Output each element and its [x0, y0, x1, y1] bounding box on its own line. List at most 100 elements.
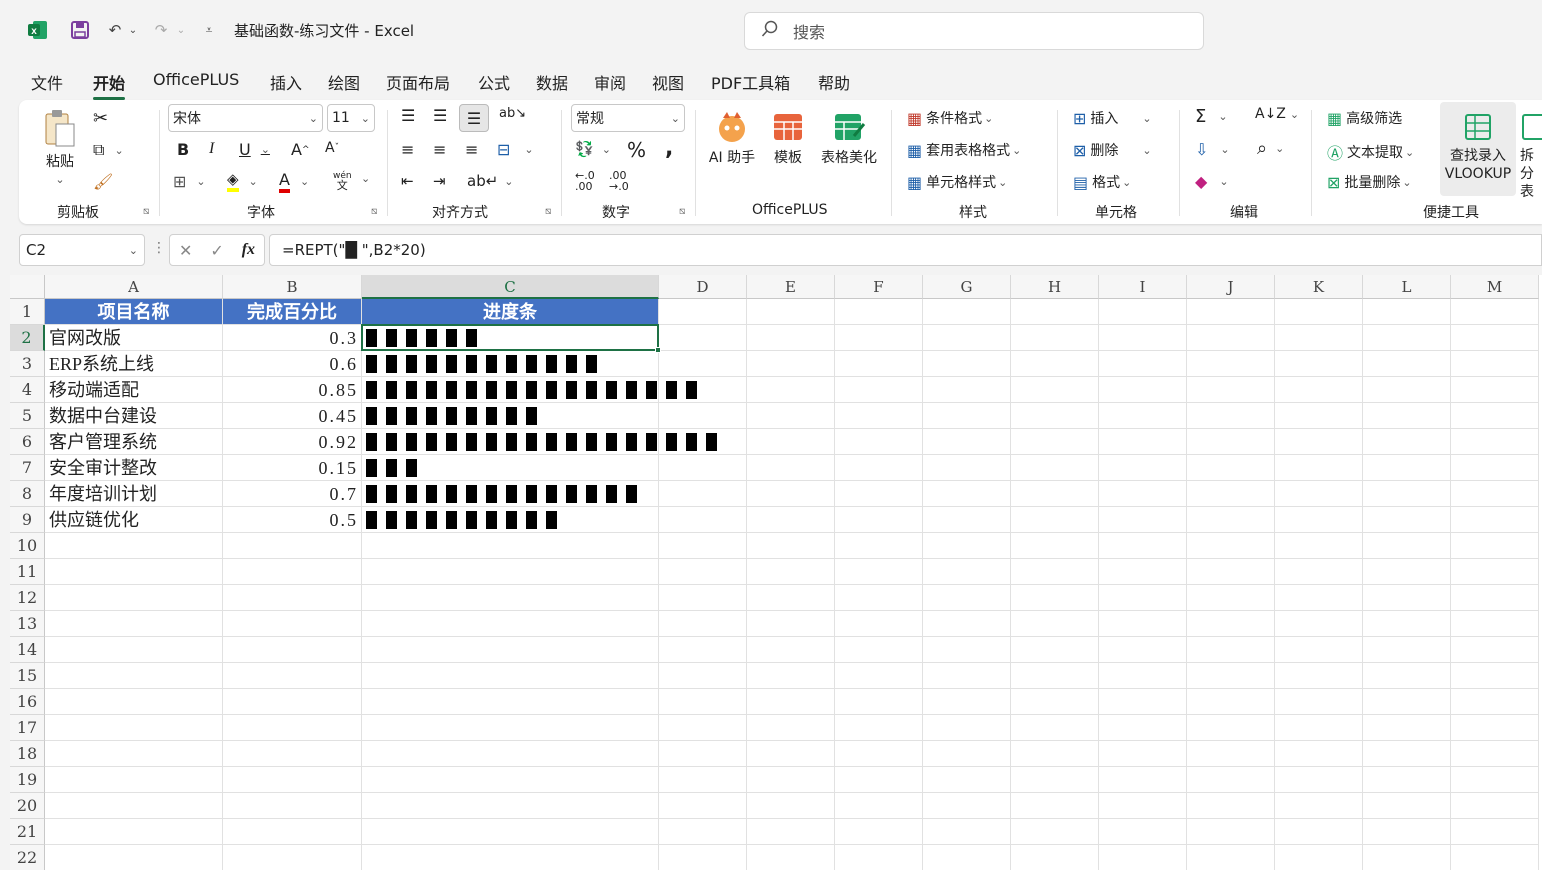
row-header-1[interactable]: 1	[10, 299, 45, 325]
undo-dropdown-icon[interactable]: ⌄	[126, 18, 140, 42]
tab-insert[interactable]: 插入	[270, 70, 302, 94]
currency-icon[interactable]: 💱 ⌄	[575, 140, 611, 158]
column-header-g[interactable]: G	[923, 275, 1011, 299]
column-header-m[interactable]: M	[1451, 275, 1539, 299]
cancel-icon[interactable]: ✕	[179, 241, 192, 260]
tab-pdf-tools[interactable]: PDF工具箱	[711, 70, 790, 94]
redo-icon[interactable]: ↷	[150, 18, 172, 42]
number-format-combo[interactable]: 常规 ⌄	[571, 104, 685, 132]
fill-color-icon[interactable]: ◈ ⌄	[227, 170, 258, 192]
row-header-4[interactable]: 4	[10, 377, 45, 403]
tab-home[interactable]: 开始	[93, 70, 126, 100]
progress-bar-cell[interactable]	[366, 403, 659, 429]
header-cell[interactable]: 完成百分比	[223, 299, 361, 324]
tab-page-layout[interactable]: 页面布局	[386, 70, 450, 94]
table-beautify-button[interactable]: 表格美化	[817, 110, 881, 167]
phonetic-icon[interactable]: wén 文	[333, 172, 352, 192]
bold-icon[interactable]: B	[177, 140, 189, 159]
percent-cell[interactable]: 0.7	[223, 481, 362, 507]
row-header-21[interactable]: 21	[10, 819, 45, 845]
increase-indent-icon[interactable]: ⇥	[433, 172, 446, 190]
column-header-b[interactable]: B	[223, 275, 362, 299]
tab-data[interactable]: 数据	[536, 70, 568, 94]
more-icon[interactable]: ⋮	[152, 240, 166, 256]
progress-bar-cell[interactable]	[366, 455, 659, 481]
row-header-15[interactable]: 15	[10, 663, 45, 689]
project-name-cell[interactable]: 官网改版	[49, 325, 221, 351]
row-header-18[interactable]: 18	[10, 741, 45, 767]
project-name-cell[interactable]: ERP系统上线	[49, 351, 221, 377]
tab-help[interactable]: 帮助	[818, 70, 850, 94]
align-right-icon[interactable]: ≡	[465, 140, 478, 159]
header-cell[interactable]: 项目名称	[45, 299, 222, 324]
column-header-h[interactable]: H	[1011, 275, 1099, 299]
find-select-icon[interactable]: ⌕ ⌄	[1257, 138, 1284, 159]
ai-assistant-button[interactable]: AI 助手	[707, 110, 757, 167]
cut-icon[interactable]: ✂	[93, 108, 108, 129]
vlookup-button[interactable]: 查找录入 VLOOKUP	[1440, 102, 1516, 196]
merge-center-icon[interactable]: ⊟ ⌄	[497, 140, 534, 159]
copy-icon[interactable]: ⧉ ⌄	[93, 140, 124, 160]
undo-icon[interactable]: ↶	[104, 18, 126, 42]
row-header-3[interactable]: 3	[10, 351, 45, 377]
autosum-icon[interactable]: Σ ⌄	[1195, 106, 1228, 127]
clipboard-launcher-icon[interactable]: ⧅	[143, 206, 149, 217]
name-box[interactable]: C2 ⌄	[19, 234, 145, 266]
progress-bar-cell[interactable]	[366, 429, 717, 455]
font-color-icon[interactable]: A ⌄	[279, 170, 309, 193]
format-cells-button[interactable]: ▤ 格式 ⌄	[1073, 172, 1131, 192]
fill-icon[interactable]: ⇩ ⌄	[1195, 140, 1230, 159]
save-icon[interactable]	[68, 18, 92, 42]
paste-button[interactable]: 粘贴 ⌄	[39, 108, 81, 189]
tab-view[interactable]: 视图	[652, 70, 684, 94]
row-header-13[interactable]: 13	[10, 611, 45, 637]
fill-handle[interactable]	[655, 347, 661, 353]
format-painter-icon[interactable]: 🖌	[93, 172, 113, 191]
progress-bar-cell[interactable]	[366, 377, 697, 403]
row-header-6[interactable]: 6	[10, 429, 45, 455]
insert-cells-button[interactable]: ⊞ 插入 ⌄	[1073, 108, 1152, 128]
align-top-icon[interactable]: ☰	[401, 106, 415, 125]
cell-styles-button[interactable]: ▦ 单元格样式 ⌄	[907, 172, 1007, 192]
progress-bar-cell[interactable]	[366, 351, 659, 377]
column-header-c[interactable]: C	[362, 275, 659, 299]
enter-icon[interactable]: ✓	[210, 241, 223, 260]
column-header-a[interactable]: A	[45, 275, 223, 299]
column-header-e[interactable]: E	[747, 275, 835, 299]
delete-cells-button[interactable]: ⊠ 删除 ⌄	[1073, 140, 1152, 160]
formula-input[interactable]: =REPT("█ ",B2*20)	[269, 234, 1542, 266]
format-as-table-button[interactable]: ▦ 套用表格格式 ⌄	[907, 140, 1021, 160]
italic-icon[interactable]: I	[209, 140, 214, 158]
text-orientation-icon[interactable]: ab↘	[499, 106, 526, 121]
row-header-17[interactable]: 17	[10, 715, 45, 741]
column-header-f[interactable]: F	[835, 275, 923, 299]
advanced-filter-button[interactable]: ▦ 高级筛选	[1327, 108, 1402, 128]
progress-bar-cell[interactable]	[366, 481, 659, 507]
search-input[interactable]: 搜索	[744, 12, 1204, 50]
text-extract-button[interactable]: Ⓐ 文本提取 ⌄	[1327, 140, 1414, 164]
wrap-text-icon[interactable]: ab↵ ⌄	[467, 172, 514, 190]
row-header-9[interactable]: 9	[10, 507, 45, 533]
project-name-cell[interactable]: 供应链优化	[49, 507, 221, 533]
redo-dropdown-icon[interactable]: ⌄	[174, 18, 188, 42]
project-name-cell[interactable]: 年度培训计划	[49, 481, 221, 507]
percent-cell[interactable]: 0.45	[223, 403, 362, 429]
sort-filter-icon[interactable]: A↓Z ⌄	[1255, 106, 1299, 122]
tab-review[interactable]: 审阅	[594, 70, 626, 94]
row-header-11[interactable]: 11	[10, 559, 45, 585]
project-name-cell[interactable]: 客户管理系统	[49, 429, 221, 455]
batch-delete-button[interactable]: ⊠ 批量删除 ⌄	[1327, 172, 1412, 192]
row-header-22[interactable]: 22	[10, 845, 45, 870]
tab-file[interactable]: 文件	[31, 70, 63, 94]
tab-draw[interactable]: 绘图	[328, 70, 360, 94]
borders-icon[interactable]: ⊞ ⌄	[173, 172, 206, 191]
shrink-font-icon[interactable]: Aˇ	[325, 140, 339, 156]
row-header-19[interactable]: 19	[10, 767, 45, 793]
select-all-corner[interactable]	[10, 275, 45, 299]
font-launcher-icon[interactable]: ⧅	[371, 206, 377, 217]
column-header-i[interactable]: I	[1099, 275, 1187, 299]
percent-cell[interactable]: 0.6	[223, 351, 362, 377]
percent-cell[interactable]: 0.5	[223, 507, 362, 533]
header-cell[interactable]: 进度条	[362, 299, 658, 324]
customize-qat-icon[interactable]: ⩡	[200, 18, 218, 42]
